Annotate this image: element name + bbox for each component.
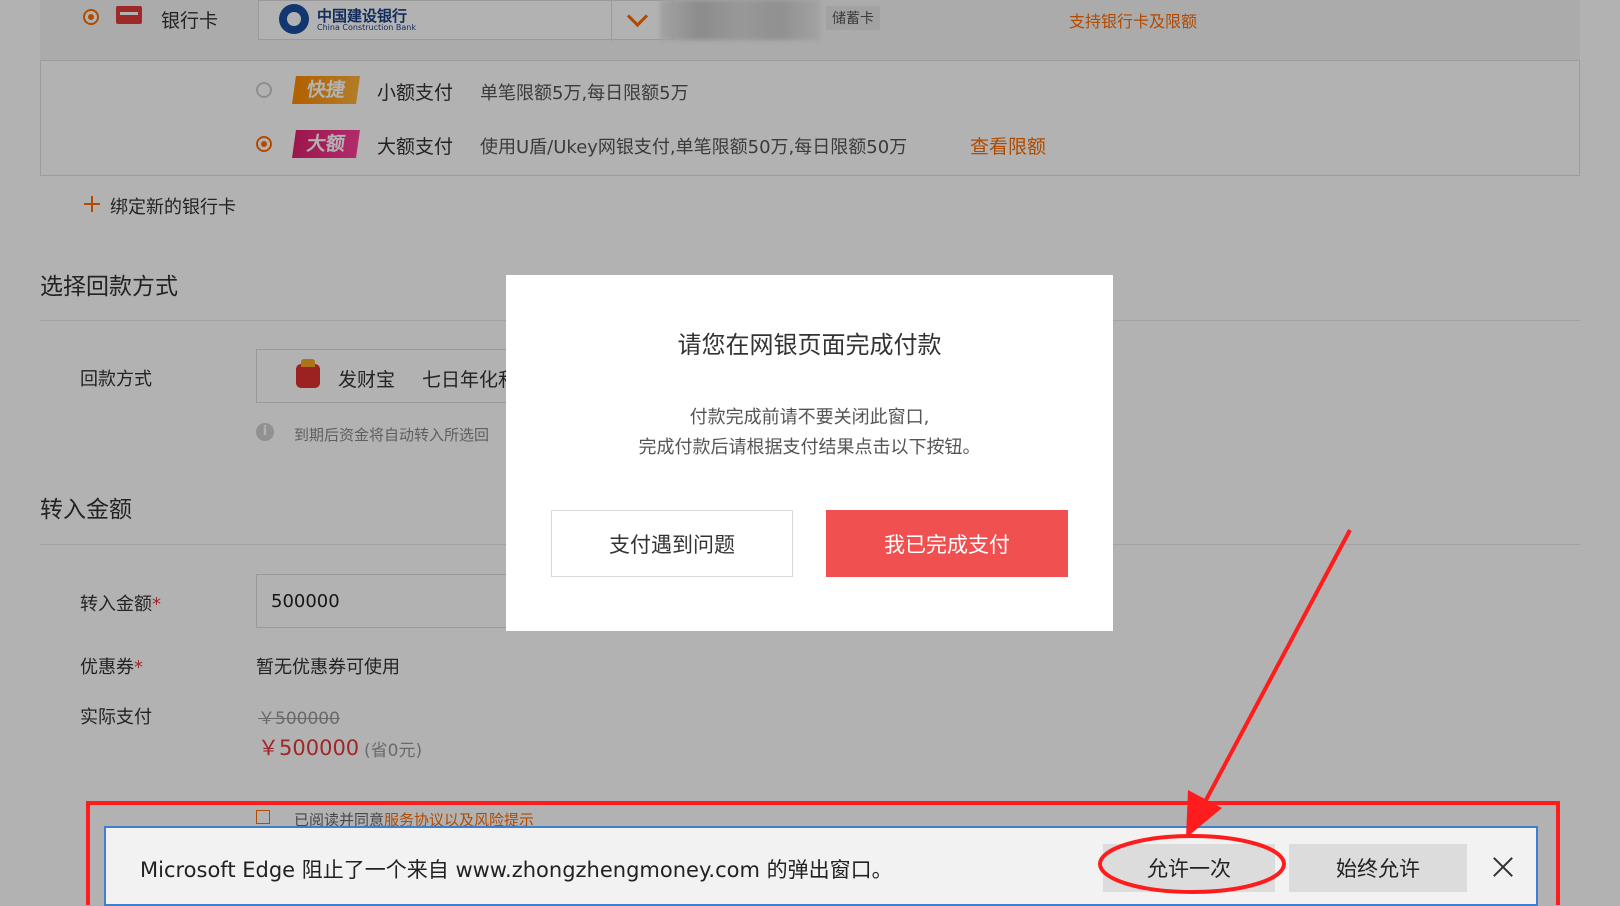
modal-line-2: 完成付款后请根据支付结果点击以下按钮。 [638, 437, 981, 458]
modal-title: 请您在网银页面完成付款 [677, 331, 942, 359]
payment-page: 银行卡 中国建设银行 China Construction Bank 储蓄卡 支… [0, 0, 1620, 906]
payment-confirm-modal: 请您在网银页面完成付款 付款完成前请不要关闭此窗口, 完成付款后请根据支付结果点… [506, 275, 1113, 631]
modal-line-1: 付款完成前请不要关闭此窗口, [689, 407, 930, 428]
modal-message: 付款完成前请不要关闭此窗口, 完成付款后请根据支付结果点击以下按钮。 [506, 403, 1113, 463]
payment-problem-button[interactable]: 支付遇到问题 [551, 510, 793, 577]
payment-done-button[interactable]: 我已完成支付 [826, 510, 1068, 577]
annotation-highlight-box [86, 801, 1560, 905]
